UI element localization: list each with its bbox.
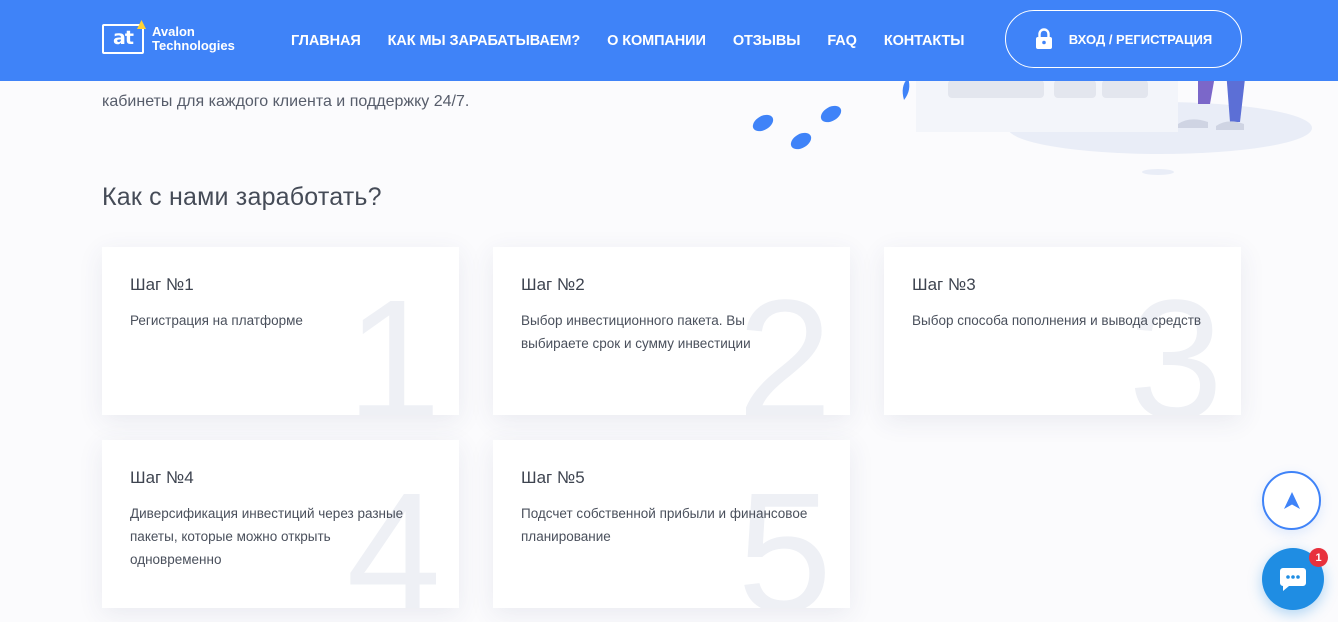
arrow-up-icon [1283,491,1300,509]
leaf-decor [752,105,842,150]
chat-unread-badge: 1 [1309,548,1328,567]
intro-text: кабинеты для каждого клиента и поддержку… [102,93,470,110]
login-register-button[interactable]: ВХОД / РЕГИСТРАЦИЯ [1005,10,1242,68]
step-description: Выбор способа пополнения и вывода средст… [912,313,1202,328]
step-title: Шаг №5 [521,468,585,487]
step-number: 1 [346,265,441,415]
step-number: 3 [1128,265,1223,415]
step-title: Шаг №4 [130,468,194,487]
step-description: Подсчет собственной прибыли и финансовое… [521,506,808,544]
section-title: Как с нами заработать? [102,183,382,211]
step-title: Шаг №1 [130,275,194,294]
site-header: at Avalon Technologies ГЛАВНАЯ КАК МЫ ЗА… [0,0,1338,81]
nav-item-home[interactable]: ГЛАВНАЯ [291,33,361,49]
nav-item-faq[interactable]: FAQ [827,33,857,49]
nav-item-contacts[interactable]: КОНТАКТЫ [884,33,965,49]
step-card-1: 1 Шаг №1 Регистрация на платформе [102,247,459,415]
login-register-label: ВХОД / РЕГИСТРАЦИЯ [1068,31,1213,47]
logo-spark-icon [137,20,146,29]
lock-icon [1035,28,1053,50]
nav-item-about[interactable]: О КОМПАНИИ [607,33,706,49]
logo-mark: at [102,20,146,54]
step-card-4: 4 Шаг №4 Диверсификация инвестиций через… [102,440,459,608]
logo-mark-text: at [113,26,134,49]
step-card-3: 3 Шаг №3 Выбор способа пополнения и выво… [884,247,1241,415]
step-description: Выбор инвестиционного пакета. Вы выбирае… [521,313,751,351]
logo-line1: Avalon [152,24,195,39]
step-card-2: 2 Шаг №2 Выбор инвестиционного пакета. В… [493,247,850,415]
step-card-5: 5 Шаг №5 Подсчет собственной прибыли и ф… [493,440,850,608]
step-description: Диверсификация инвестиций через разные п… [130,506,404,567]
logo-text: Avalon Technologies [152,25,235,53]
main-nav: ГЛАВНАЯ КАК МЫ ЗАРАБАТЫВАЕМ? О КОМПАНИИ … [291,33,964,49]
logo-line2: Technologies [152,38,235,53]
scroll-to-top-button[interactable] [1262,471,1321,530]
step-title: Шаг №3 [912,275,976,294]
step-title: Шаг №2 [521,275,585,294]
step-description: Регистрация на платформе [130,313,303,328]
nav-item-how-we-earn[interactable]: КАК МЫ ЗАРАБАТЫВАЕМ? [388,33,581,49]
chat-bubble-icon [1280,568,1306,591]
nav-item-reviews[interactable]: ОТЗЫВЫ [733,33,801,49]
logo[interactable]: at Avalon Technologies [102,20,235,56]
